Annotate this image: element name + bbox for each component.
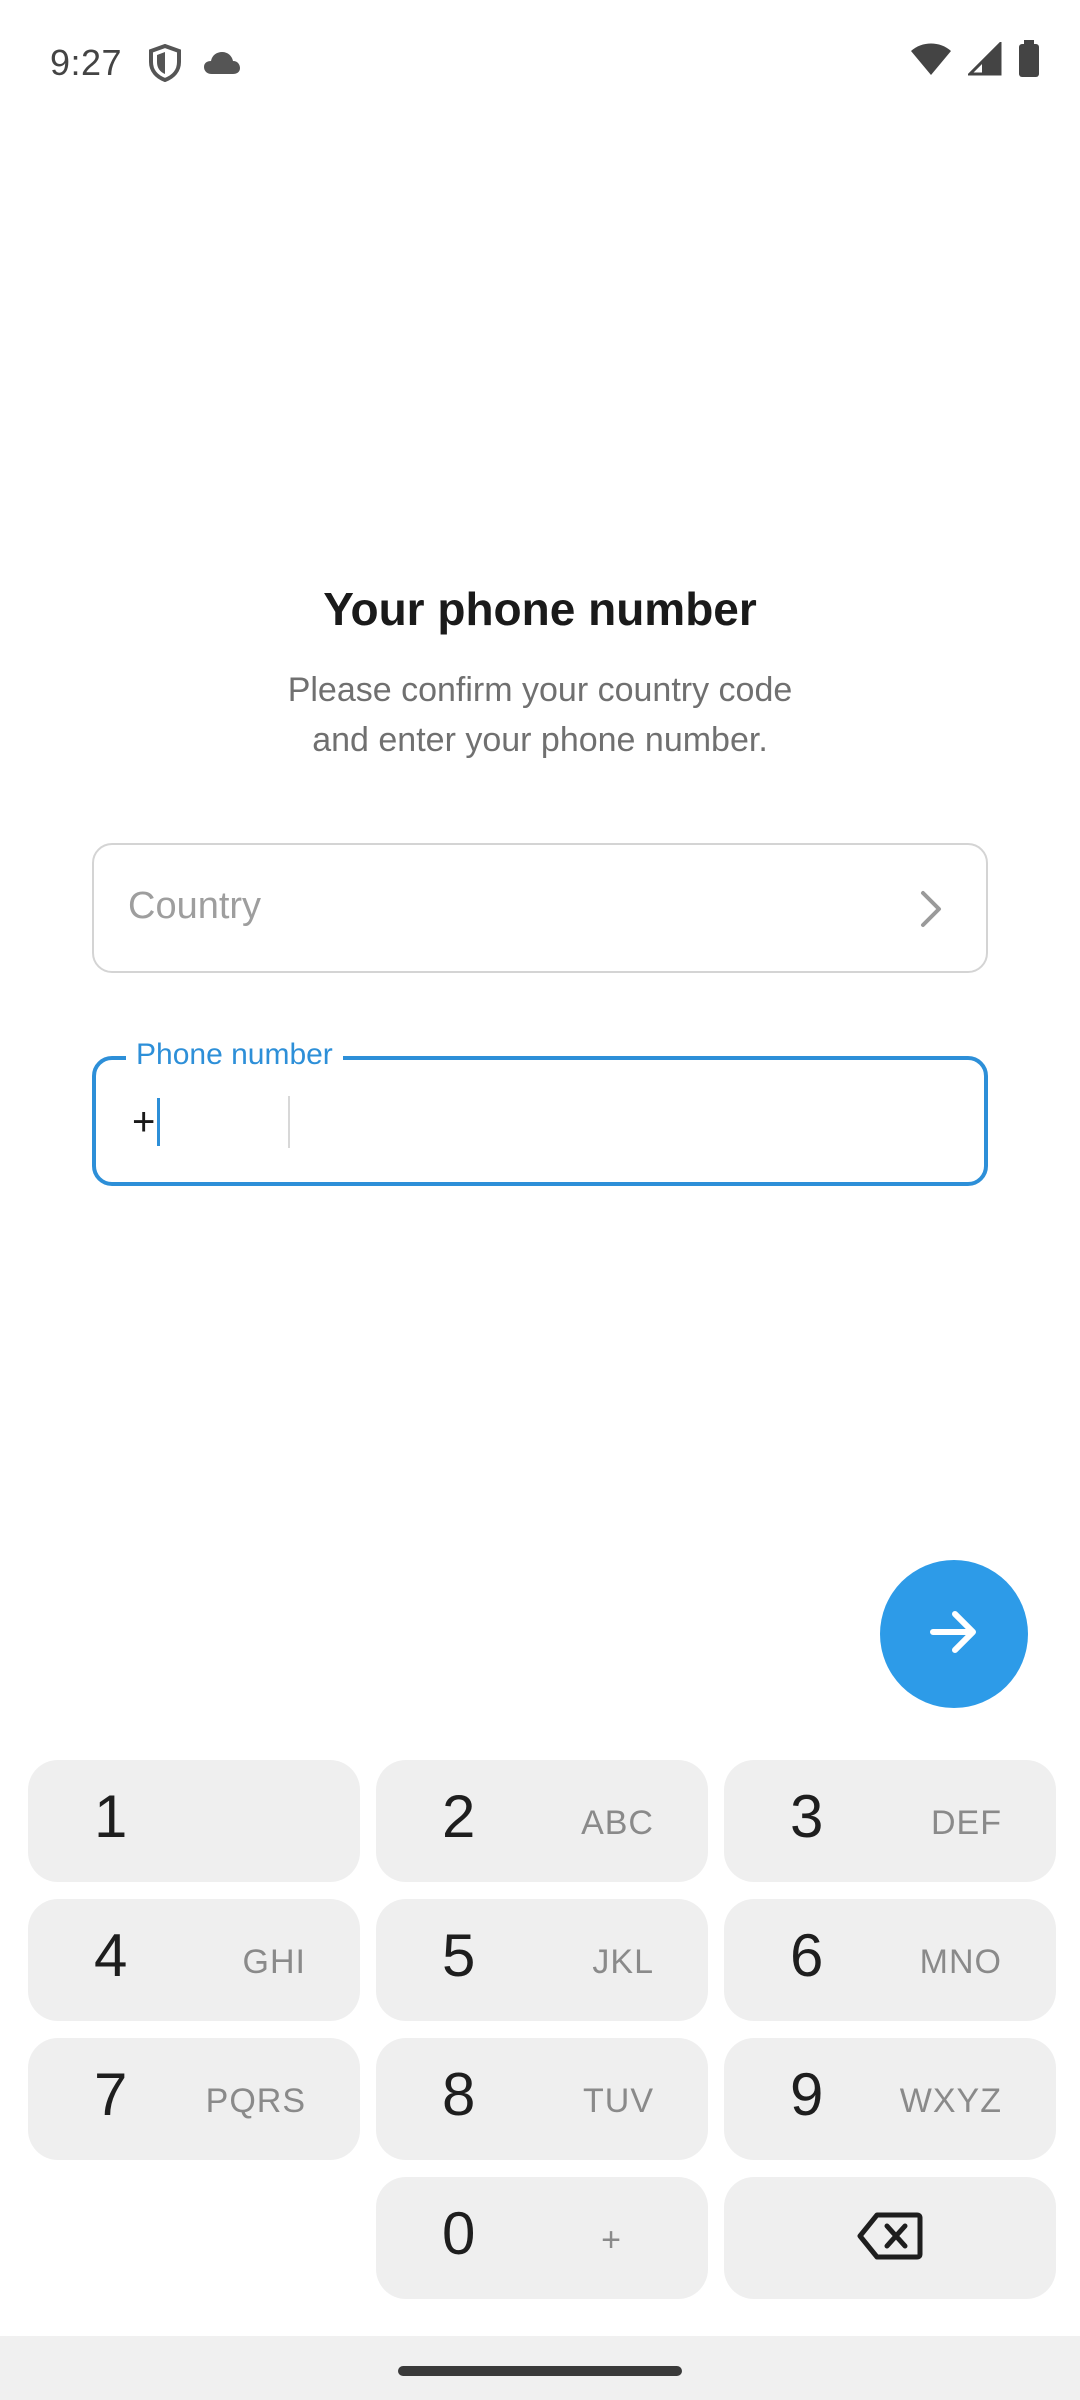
key-letters: JKL <box>592 1943 654 1981</box>
subtitle-line-1: Please confirm your country code <box>287 671 793 709</box>
phone-number-field[interactable]: Phone number + <box>92 1038 988 1186</box>
key-number: 4 <box>94 1922 128 1989</box>
key-5[interactable]: 5 JKL <box>376 1899 708 2021</box>
status-bar: 9:27 <box>0 0 1080 130</box>
text-cursor <box>157 1098 161 1146</box>
key-letters: DEF <box>931 1804 1002 1842</box>
shield-icon <box>148 43 182 87</box>
code-divider <box>288 1096 290 1148</box>
status-icons-right <box>910 40 1040 83</box>
navigation-bar <box>0 2336 1080 2400</box>
subtitle-line-2: and enter your phone number. <box>312 721 768 759</box>
key-letters: MNO <box>919 1943 1002 1981</box>
chevron-right-icon <box>918 889 944 934</box>
page-subtitle: Please confirm your country code and ent… <box>0 665 1080 765</box>
key-number: 3 <box>790 1783 824 1850</box>
country-placeholder: Country <box>128 885 262 927</box>
key-6[interactable]: 6 MNO <box>724 1899 1056 2021</box>
key-2[interactable]: 2 ABC <box>376 1760 708 1882</box>
key-number: 0 <box>442 2200 476 2267</box>
key-letters: PQRS <box>205 2082 306 2120</box>
arrow-right-icon <box>929 1610 979 1659</box>
key-number: 7 <box>94 2061 128 2128</box>
battery-icon <box>1018 40 1040 83</box>
cloud-icon <box>202 50 242 81</box>
phone-number-input[interactable] <box>306 1090 960 1152</box>
key-1[interactable]: 1 <box>28 1760 360 1882</box>
numeric-keypad: 1 2 ABC 3 DEF 4 GHI 5 JKL 6 MNO 7 PQRS 8… <box>0 1748 1080 2340</box>
key-number: 8 <box>442 2061 476 2128</box>
key-letters: WXYZ <box>899 2082 1002 2120</box>
country-select[interactable]: Country <box>92 843 988 973</box>
key-number: 6 <box>790 1922 824 1989</box>
key-8[interactable]: 8 TUV <box>376 2038 708 2160</box>
backspace-key[interactable] <box>724 2177 1056 2299</box>
country-code-prefix: + <box>132 1099 156 1144</box>
backspace-icon <box>857 2212 923 2265</box>
key-4[interactable]: 4 GHI <box>28 1899 360 2021</box>
wifi-icon <box>910 42 952 81</box>
key-letters: + <box>601 2221 622 2259</box>
key-9[interactable]: 9 WXYZ <box>724 2038 1056 2160</box>
phone-number-label: Phone number <box>126 1038 343 1072</box>
key-number: 5 <box>442 1922 476 1989</box>
key-letters: TUV <box>583 2082 654 2120</box>
signal-icon <box>966 40 1002 81</box>
status-time: 9:27 <box>50 42 123 83</box>
page-title: Your phone number <box>323 583 757 635</box>
key-number: 1 <box>94 1783 128 1850</box>
key-letters: GHI <box>242 1943 306 1981</box>
key-letters: ABC <box>581 1804 654 1842</box>
next-button[interactable] <box>880 1560 1028 1708</box>
key-number: 9 <box>790 2061 824 2128</box>
key-3[interactable]: 3 DEF <box>724 1760 1056 1882</box>
key-number: 2 <box>442 1783 476 1850</box>
key-7[interactable]: 7 PQRS <box>28 2038 360 2160</box>
key-0[interactable]: 0 + <box>376 2177 708 2299</box>
country-code-input[interactable]: + <box>132 1098 161 1146</box>
home-handle[interactable] <box>398 2366 682 2376</box>
